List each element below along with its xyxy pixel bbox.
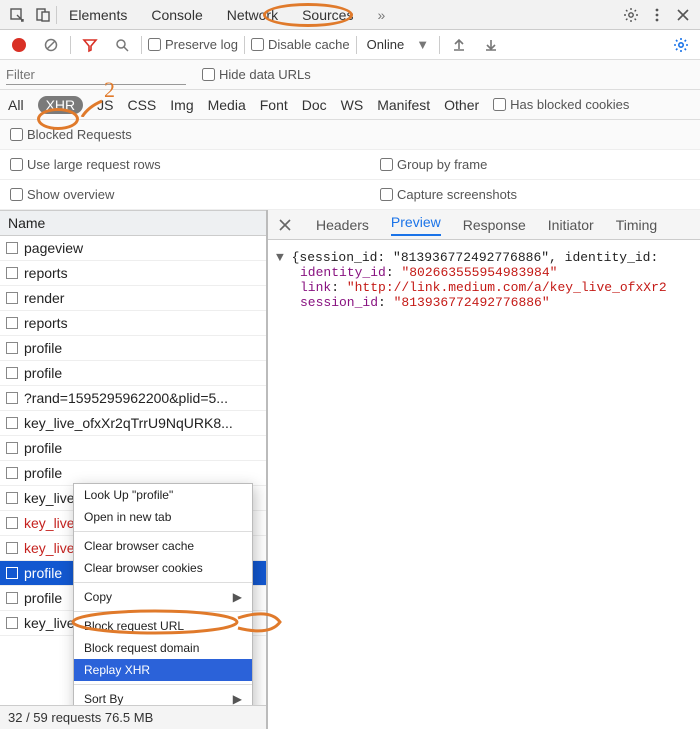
context-menu-item[interactable]: Clear browser cookies — [74, 557, 252, 579]
type-img[interactable]: Img — [170, 97, 193, 113]
disable-cache-checkbox[interactable]: Disable cache — [251, 37, 350, 52]
preview-pane[interactable]: ▼ {session_id: "813936772492776886", ide… — [268, 240, 700, 320]
close-icon[interactable] — [670, 2, 696, 28]
context-menu-item[interactable]: Look Up "profile" — [74, 484, 252, 506]
context-menu-item[interactable]: Clear browser cache — [74, 535, 252, 557]
name-column-header[interactable]: Name — [0, 210, 266, 236]
blocked-requests-row: Blocked Requests — [0, 120, 700, 150]
details-tab-preview[interactable]: Preview — [391, 214, 441, 236]
type-all[interactable]: All — [8, 97, 24, 113]
requests-panel: Name pageviewreportsrenderreportsprofile… — [0, 210, 268, 729]
group-by-frame-checkbox[interactable]: Group by frame — [380, 157, 700, 172]
details-tab-timing[interactable]: Timing — [616, 217, 658, 233]
download-har-icon[interactable] — [478, 32, 504, 58]
context-menu-item[interactable]: Replay XHR — [74, 659, 252, 681]
hide-data-urls-checkbox[interactable]: Hide data URLs — [202, 67, 311, 82]
context-menu-item[interactable]: Block request domain — [74, 637, 252, 659]
details-tab-response[interactable]: Response — [463, 217, 526, 233]
request-list[interactable]: pageviewreportsrenderreportsprofileprofi… — [0, 236, 266, 705]
network-settings-gear-icon[interactable] — [668, 32, 694, 58]
tabs-overflow[interactable]: » — [365, 0, 397, 29]
type-media[interactable]: Media — [208, 97, 246, 113]
show-overview-checkbox[interactable]: Show overview — [10, 187, 380, 202]
large-request-rows-checkbox[interactable]: Use large request rows — [10, 157, 380, 172]
type-css[interactable]: CSS — [127, 97, 156, 113]
upload-har-icon[interactable] — [446, 32, 472, 58]
options-row-2: Show overview Capture screenshots — [0, 180, 700, 210]
tab-network[interactable]: Network — [215, 0, 290, 29]
details-tabs: Headers Preview Response Initiator Timin… — [268, 210, 700, 240]
tab-sources[interactable]: Sources — [290, 0, 365, 29]
tab-console[interactable]: Console — [139, 0, 214, 29]
request-row[interactable]: ?rand=1595295962200&plid=5... — [0, 386, 266, 411]
request-row[interactable]: reports — [0, 261, 266, 286]
request-row[interactable]: profile — [0, 436, 266, 461]
type-manifest[interactable]: Manifest — [377, 97, 430, 113]
request-row[interactable]: pageview — [0, 236, 266, 261]
request-row[interactable]: render — [0, 286, 266, 311]
devtools-topbar: Elements Console Network Sources » — [0, 0, 700, 30]
main-split: Name pageviewreportsrenderreportsprofile… — [0, 210, 700, 729]
details-tab-initiator[interactable]: Initiator — [548, 217, 594, 233]
details-panel: Headers Preview Response Initiator Timin… — [268, 210, 700, 729]
gear-icon[interactable] — [618, 2, 644, 28]
type-js[interactable]: JS — [97, 97, 113, 113]
clear-icon[interactable] — [38, 32, 64, 58]
context-menu-item[interactable]: Open in new tab — [74, 506, 252, 528]
context-menu-item[interactable]: Block request URL — [74, 615, 252, 637]
request-row[interactable]: reports — [0, 311, 266, 336]
capture-screenshots-checkbox[interactable]: Capture screenshots — [380, 187, 700, 202]
blocked-requests-checkbox[interactable]: Blocked Requests — [10, 127, 380, 142]
options-row-1: Use large request rows Group by frame — [0, 150, 700, 180]
network-toolbar: Preserve log Disable cache Online▼ — [0, 30, 700, 60]
type-ws[interactable]: WS — [341, 97, 364, 113]
filter-icon[interactable] — [77, 32, 103, 58]
device-toolbar-icon[interactable] — [30, 2, 56, 28]
type-other[interactable]: Other — [444, 97, 479, 113]
kebab-icon[interactable] — [644, 2, 670, 28]
context-menu[interactable]: Look Up "profile"Open in new tab Clear br… — [73, 483, 253, 705]
type-xhr[interactable]: XHR — [38, 96, 84, 114]
inspect-icon[interactable] — [4, 2, 30, 28]
request-row[interactable]: profile — [0, 361, 266, 386]
tab-elements[interactable]: Elements — [57, 0, 139, 29]
details-tab-headers[interactable]: Headers — [316, 217, 369, 233]
search-icon[interactable] — [109, 32, 135, 58]
close-details-icon[interactable] — [276, 212, 294, 238]
context-menu-item[interactable]: Sort By▶ — [74, 688, 252, 705]
type-doc[interactable]: Doc — [302, 97, 327, 113]
preserve-log-checkbox[interactable]: Preserve log — [148, 37, 238, 52]
resource-type-bar: All XHR JS CSS Img Media Font Doc WS Man… — [0, 90, 700, 120]
request-row[interactable]: profile — [0, 336, 266, 361]
status-bar: 32 / 59 requests 76.5 MB — [0, 705, 266, 729]
filter-input[interactable] — [6, 65, 186, 85]
context-menu-item[interactable]: Copy▶ — [74, 586, 252, 608]
request-row[interactable]: key_live_ofxXr2qTrrU9NqURK8... — [0, 411, 266, 436]
filter-bar: Hide data URLs — [0, 60, 700, 90]
has-blocked-cookies-checkbox[interactable]: Has blocked cookies — [493, 97, 629, 112]
type-font[interactable]: Font — [260, 97, 288, 113]
throttling-select[interactable]: Online▼ — [363, 37, 433, 52]
record-button[interactable] — [6, 32, 32, 58]
